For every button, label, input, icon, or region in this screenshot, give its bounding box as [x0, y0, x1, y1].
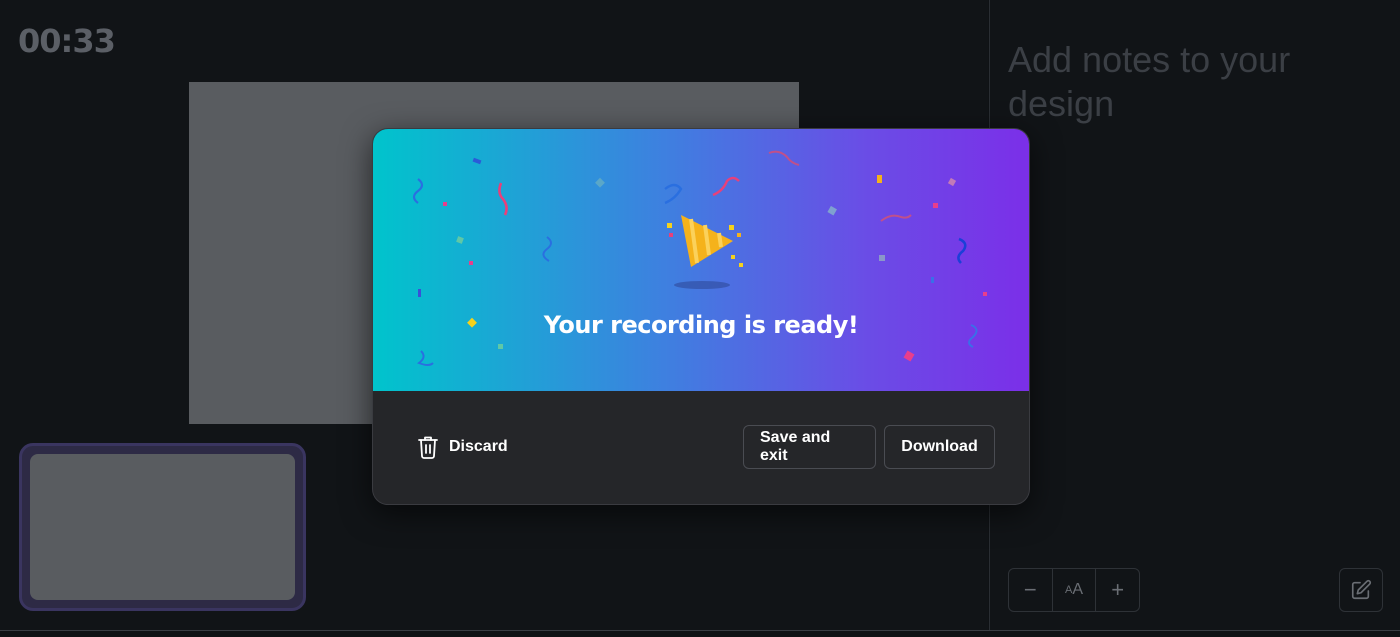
- minus-icon: −: [1023, 577, 1037, 602]
- bottom-divider: [0, 630, 1400, 631]
- trash-icon: [418, 436, 438, 459]
- save-and-exit-button[interactable]: Save and exit: [743, 425, 876, 469]
- plus-icon: +: [1111, 577, 1125, 602]
- edit-notes-button[interactable]: [1339, 568, 1383, 612]
- dialog-title: Your recording is ready!: [543, 311, 859, 339]
- recording-ready-dialog: Your recording is ready! Discard Save an…: [372, 128, 1030, 505]
- discard-label: Discard: [449, 438, 508, 455]
- dialog-actions: Discard Save and exit Download: [373, 391, 1029, 504]
- font-size-small-label: A: [1065, 584, 1073, 596]
- font-size-controls: − AA +: [1008, 568, 1140, 612]
- camera-preview[interactable]: [19, 443, 306, 611]
- download-button[interactable]: Download: [884, 425, 995, 469]
- pencil-edit-icon: [1351, 579, 1372, 600]
- camera-feed: [30, 454, 295, 600]
- celebration-banner: Your recording is ready!: [373, 129, 1029, 391]
- discard-button[interactable]: Discard: [417, 435, 508, 459]
- increase-font-button[interactable]: +: [1096, 569, 1139, 611]
- notes-placeholder[interactable]: Add notes to your design: [1008, 38, 1368, 126]
- decrease-font-button[interactable]: −: [1009, 569, 1053, 611]
- font-size-large-label: A: [1072, 581, 1084, 598]
- recording-timer: 00:33: [18, 22, 116, 60]
- font-size-toggle-button[interactable]: AA: [1053, 569, 1097, 611]
- confetti-decoration: [412, 150, 987, 366]
